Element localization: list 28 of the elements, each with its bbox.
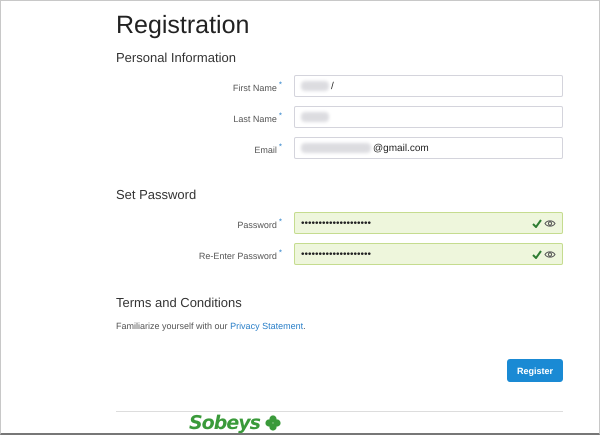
field-label: Email xyxy=(254,144,277,154)
field-label: First Name xyxy=(232,82,277,92)
required-mark: * xyxy=(278,216,282,226)
check-icon xyxy=(532,250,542,258)
page-title: Registration xyxy=(116,10,250,40)
input-field[interactable]: @gmail.com xyxy=(294,137,563,159)
required-mark: * xyxy=(278,80,282,88)
terms-text: Familiarize yourself with our Privacy Statement. xyxy=(116,321,307,331)
required-mark: * xyxy=(278,248,282,256)
input-field[interactable]: •••••••••••••••••••• xyxy=(294,243,563,265)
field-label: Last Name xyxy=(233,114,277,124)
input-field[interactable] xyxy=(294,106,563,128)
register-button[interactable]: Register xyxy=(507,359,563,382)
eye-icon[interactable] xyxy=(544,250,556,258)
required-mark: * xyxy=(278,142,282,150)
input-field[interactable]: / xyxy=(294,75,563,97)
brand-logo: Sobeys xyxy=(189,412,260,433)
section-heading: Terms and Conditions xyxy=(116,295,243,311)
privacy-link[interactable]: Privacy Statement xyxy=(230,321,304,331)
section-heading: Personal Information xyxy=(116,50,237,66)
required-mark: * xyxy=(278,110,282,120)
clover-icon xyxy=(264,415,281,431)
check-icon xyxy=(532,218,542,228)
section-heading: Set Password xyxy=(116,187,198,203)
eye-icon[interactable] xyxy=(544,218,556,228)
field-label: Re-Enter Password xyxy=(198,250,277,260)
field-label: Password xyxy=(237,220,277,230)
input-field[interactable]: •••••••••••••••••••• xyxy=(294,212,563,234)
